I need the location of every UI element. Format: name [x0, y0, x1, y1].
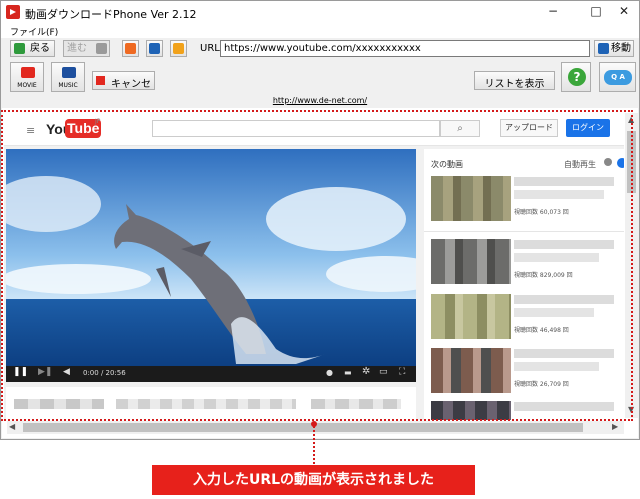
next-icon[interactable]: ▶❚: [38, 367, 52, 377]
stop-button[interactable]: [122, 40, 139, 57]
scroll-up-icon[interactable]: ▲: [628, 115, 634, 124]
next-videos-label: 次の動画: [431, 160, 463, 169]
autoplay-label: 自動再生: [564, 160, 596, 169]
home-icon: [173, 43, 184, 54]
url-input[interactable]: https://www.youtube.com/xxxxxxxxxxx: [220, 40, 590, 57]
show-list-button[interactable]: リストを表示: [474, 71, 555, 90]
url-label: URL: [200, 43, 220, 54]
qa-icon: Q A: [604, 70, 632, 85]
video-thumbnail[interactable]: [431, 176, 511, 221]
go-label: 移動: [611, 43, 631, 54]
blurred-title: [514, 349, 614, 358]
menu-bar: ファイル(F): [1, 23, 639, 38]
captions-icon[interactable]: ▬: [344, 368, 352, 377]
list-divider: [424, 231, 624, 232]
theater-mode-icon[interactable]: ▭: [379, 367, 388, 377]
reload-button[interactable]: [146, 40, 163, 57]
annotation-icon[interactable]: ●: [326, 368, 333, 377]
video-player[interactable]: ❚❚ ▶❚ ◀ 0:00 / 20:56 ● ▬ ✲ ▭ ⛶: [6, 149, 416, 382]
blurred-title: [514, 253, 599, 262]
qa-button[interactable]: Q A: [599, 62, 636, 92]
youtube-logo-jp: JP: [95, 118, 101, 125]
view-count: 視聴回数 60,073 回: [514, 209, 569, 216]
menu-file[interactable]: ファイル(F): [10, 25, 58, 38]
video-thumbnail[interactable]: [431, 294, 511, 339]
music-button[interactable]: MUSIC: [51, 62, 85, 92]
callout-label: 入力したURLの動画が表示されました: [152, 465, 475, 495]
movie-icon: [21, 67, 35, 78]
go-button[interactable]: 移動: [594, 40, 634, 57]
cancel-button[interactable]: キャンセル: [92, 71, 155, 105]
navigation-toolbar: 戻る 進む URL https://www.youtube.com/xxxxxx…: [1, 38, 639, 60]
info-bar: http://www.de-net.com/: [1, 94, 639, 108]
download-toolbar: MOVIE MUSIC キャンセル リストを表示 ? Q A: [1, 60, 639, 105]
autoplay-toggle[interactable]: [617, 158, 624, 168]
music-icon: [62, 67, 76, 78]
movie-button[interactable]: MOVIE: [10, 62, 44, 92]
help-button[interactable]: ?: [561, 62, 591, 92]
home-button[interactable]: [170, 40, 187, 57]
scrollbar-thumb[interactable]: [23, 423, 583, 432]
scrollbar-thumb[interactable]: [627, 131, 636, 193]
blurred-title: [514, 240, 614, 249]
search-icon: ⌕: [457, 123, 463, 134]
movie-caption: MOVIE: [17, 82, 37, 89]
video-thumbnail[interactable]: [431, 401, 511, 420]
youtube-search-input[interactable]: [152, 120, 440, 137]
forward-label: 進む: [67, 43, 87, 54]
close-button[interactable]: ✕: [607, 1, 640, 23]
callout-pointer: [311, 421, 317, 464]
music-caption: MUSIC: [58, 82, 78, 89]
scroll-right-icon[interactable]: ▶: [612, 422, 618, 431]
blurred-title: [514, 190, 604, 199]
video-frame: [6, 149, 416, 382]
info-icon: [604, 158, 612, 166]
cancel-icon: [96, 76, 105, 85]
arrow-left-icon: [14, 43, 25, 54]
title-bar: 動画ダウンロードPhone Ver 2.12 − □ ✕: [1, 1, 639, 23]
login-button[interactable]: ログイン: [566, 119, 610, 137]
video-thumbnail[interactable]: [431, 239, 511, 284]
site-link[interactable]: http://www.de-net.com/: [273, 96, 367, 105]
forward-button[interactable]: 進む: [63, 40, 110, 57]
next-videos-panel: 次の動画 自動再生 視聴回数 60,073 回 視聴回数 829,009 回 視…: [424, 149, 624, 420]
hamburger-menu-icon[interactable]: ≡: [26, 124, 35, 137]
minimize-button[interactable]: −: [536, 1, 570, 23]
app-window: 動画ダウンロードPhone Ver 2.12 − □ ✕ ファイル(F) 戻る …: [0, 0, 640, 440]
help-icon: ?: [568, 68, 586, 86]
video-info-panel: [6, 387, 416, 420]
stop-icon: [125, 43, 136, 54]
blurred-title: [514, 295, 614, 304]
settings-gear-icon[interactable]: ✲: [362, 366, 370, 377]
blurred-title: [514, 177, 614, 186]
app-icon: [6, 5, 20, 19]
volume-icon[interactable]: ◀: [63, 367, 70, 377]
view-count: 視聴回数 26,709 回: [514, 381, 569, 388]
blurred-title: [14, 399, 104, 409]
blurred-title: [514, 402, 614, 411]
upload-button[interactable]: アップロード: [500, 119, 558, 137]
show-list-label: リストを表示: [484, 79, 545, 90]
arrow-right-icon: [598, 43, 609, 54]
video-thumbnail[interactable]: [431, 348, 511, 393]
fullscreen-icon[interactable]: ⛶: [399, 367, 405, 377]
blurred-title: [514, 362, 599, 371]
blurred-title: [514, 308, 594, 317]
youtube-header: ≡ You Tube JP ⌕ アップロード ログイン: [4, 112, 614, 145]
arrow-right-icon: [96, 43, 107, 54]
scroll-down-icon[interactable]: ▼: [628, 405, 634, 414]
back-label: 戻る: [30, 43, 50, 54]
back-button[interactable]: 戻る: [10, 40, 55, 57]
vertical-scrollbar[interactable]: ▲ ▼: [625, 113, 638, 418]
video-time: 0:00 / 20:56: [83, 369, 126, 377]
blurred-title: [311, 399, 401, 409]
pause-icon[interactable]: ❚❚: [13, 367, 28, 377]
youtube-search-button[interactable]: ⌕: [440, 120, 480, 137]
view-count: 視聴回数 829,009 回: [514, 272, 573, 279]
reload-icon: [149, 43, 160, 54]
view-count: 視聴回数 46,498 回: [514, 327, 569, 334]
window-title: 動画ダウンロードPhone Ver 2.12: [25, 8, 197, 21]
scroll-left-icon[interactable]: ◀: [9, 422, 15, 431]
blurred-title: [116, 399, 296, 409]
